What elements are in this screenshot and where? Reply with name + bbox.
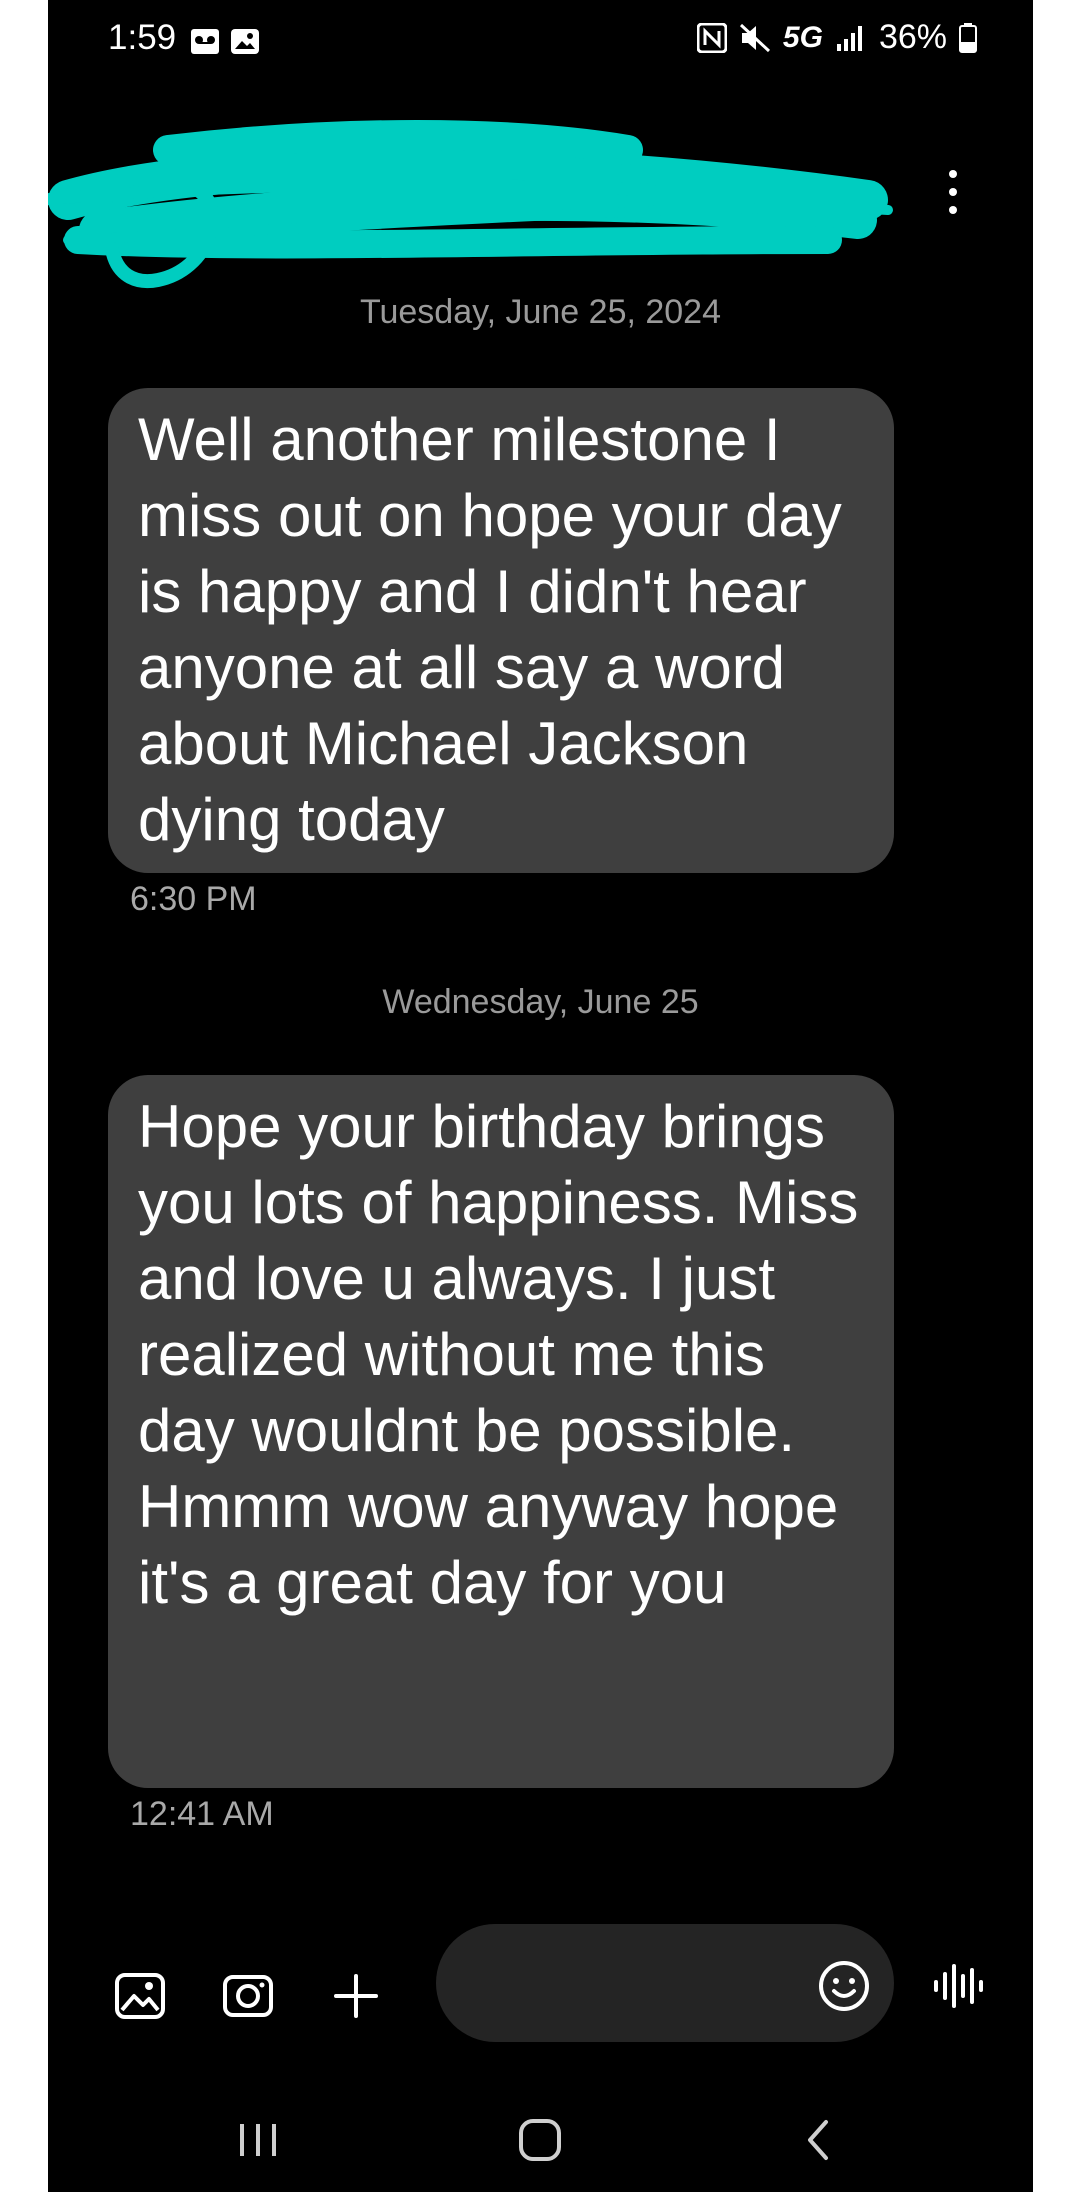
status-bar: 1:59 5G 36% [48,0,1033,80]
camera-icon [223,1975,273,2017]
message-bubble-1[interactable]: Well another milestone I miss out on hop… [108,388,894,873]
navigation-bar [48,2100,1033,2192]
phone-screen: 1:59 5G 36% Tuesday, June 25, 2024 Well … [48,0,1033,2192]
voicemail-icon [190,28,220,55]
gallery-icon [115,1973,165,2019]
message-bubble-2[interactable]: Hope your birthday brings you lots of ha… [108,1075,894,1788]
signal-icon [835,24,865,52]
back-icon [808,2120,828,2160]
date-separator: Wednesday, June 25 [382,983,699,1021]
message-input[interactable] [466,1948,810,2020]
mute-icon [739,23,771,53]
compose-bar [48,1924,1033,2064]
message-time: 6:30 PM [130,880,257,918]
voice-record-button[interactable] [932,1962,988,2010]
plus-icon [334,1974,378,2018]
more-options-button[interactable] [933,170,973,214]
recents-icon [240,2124,276,2156]
camera-button[interactable] [218,1966,278,2026]
message-time: 12:41 AM [130,1795,274,1833]
status-time: 1:59 [108,18,177,57]
battery-percent: 36% [878,18,947,56]
home-icon [519,2119,561,2161]
voice-wave-icon [934,1964,983,2008]
more-vert-icon [949,170,957,178]
date-separator: Tuesday, June 25, 2024 [359,293,722,331]
battery-icon [959,22,977,53]
more-vert-dot [949,188,957,196]
more-vert-dot [949,206,957,214]
emoji-icon [819,1961,869,2011]
image-notification-icon [230,28,260,55]
recents-button[interactable] [228,2110,288,2170]
emoji-button[interactable] [818,1960,870,2012]
attach-button[interactable] [326,1966,386,2026]
5g-icon: 5G [782,20,823,54]
nfc-icon [696,22,727,53]
gallery-button[interactable] [110,1966,170,2026]
contact-name-redacted[interactable] [48,90,908,310]
back-button[interactable] [788,2110,848,2170]
home-button[interactable] [510,2110,570,2170]
